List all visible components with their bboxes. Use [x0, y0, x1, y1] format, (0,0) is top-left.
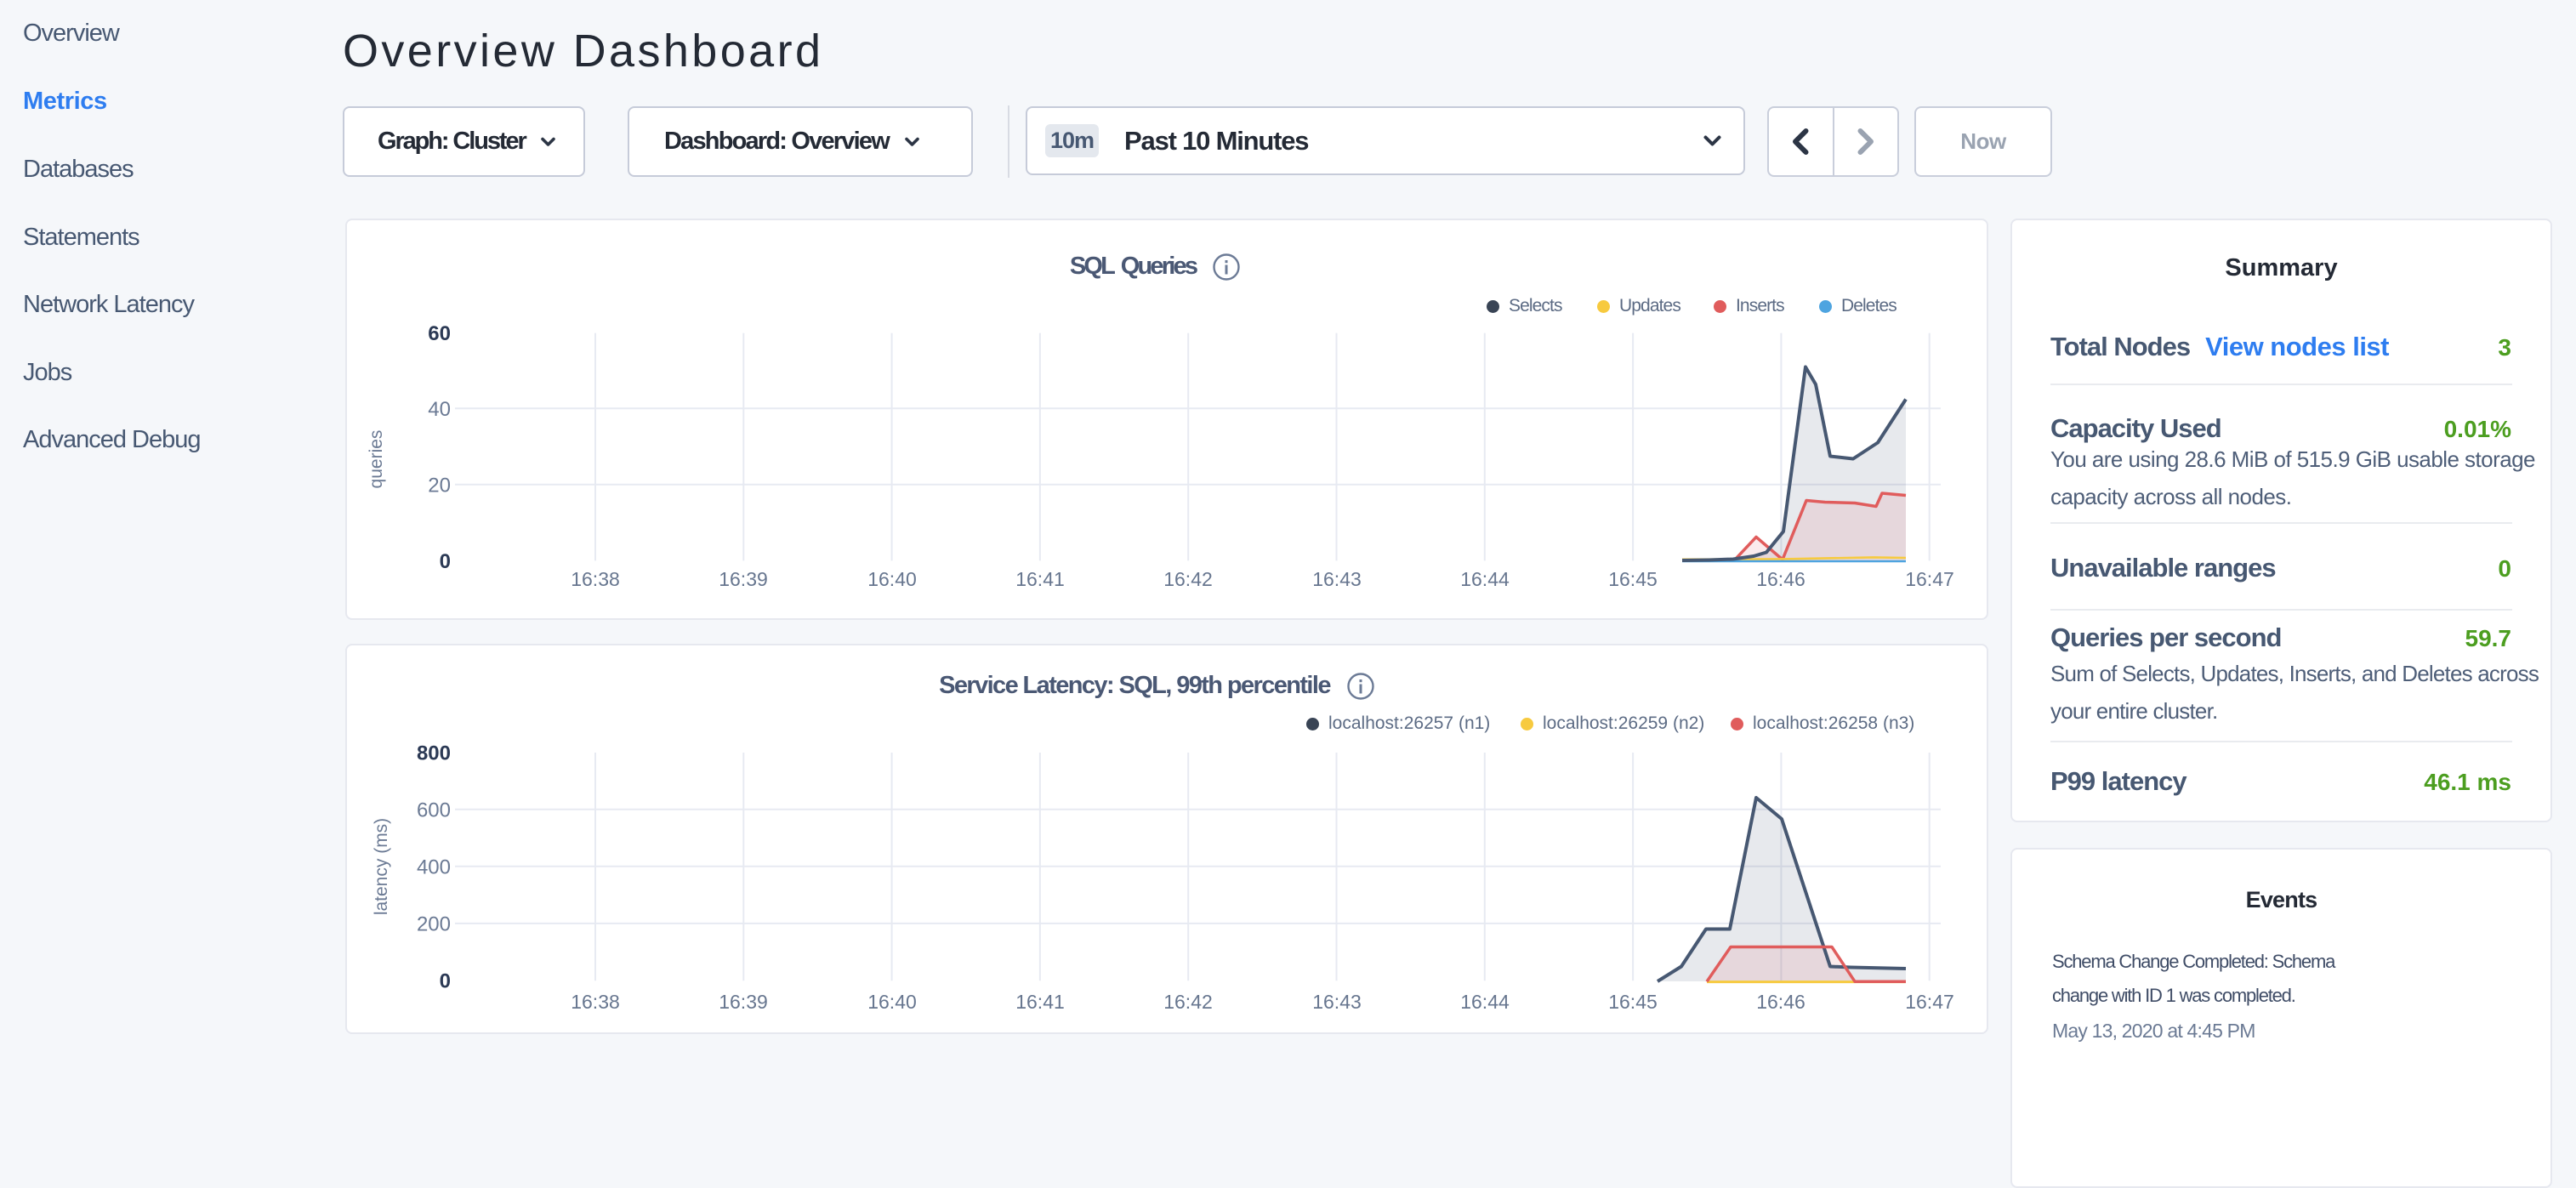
svg-text:800: 800 [417, 742, 451, 765]
svg-text:16:40: 16:40 [867, 991, 917, 1013]
svg-text:16:43: 16:43 [1312, 991, 1362, 1013]
svg-text:16:42: 16:42 [1163, 991, 1213, 1013]
svg-text:16:43: 16:43 [1312, 568, 1362, 590]
svg-text:16:38: 16:38 [571, 991, 620, 1013]
svg-text:200: 200 [417, 913, 451, 936]
svg-text:400: 400 [417, 855, 451, 878]
svg-text:16:44: 16:44 [1460, 991, 1510, 1013]
svg-text:16:40: 16:40 [867, 568, 917, 590]
svg-text:16:39: 16:39 [719, 991, 768, 1013]
svg-text:16:47: 16:47 [1905, 991, 1954, 1013]
svg-text:latency (ms): latency (ms) [372, 818, 391, 915]
svg-text:16:42: 16:42 [1163, 568, 1213, 590]
svg-text:16:39: 16:39 [719, 568, 768, 590]
svg-text:600: 600 [417, 799, 451, 821]
svg-text:16:41: 16:41 [1015, 991, 1065, 1013]
svg-text:16:38: 16:38 [571, 568, 620, 590]
svg-text:60: 60 [428, 322, 451, 345]
svg-text:16:45: 16:45 [1608, 568, 1658, 590]
svg-text:40: 40 [428, 398, 451, 421]
svg-text:16:41: 16:41 [1015, 568, 1065, 590]
svg-text:16:46: 16:46 [1756, 991, 1805, 1013]
svg-text:16:46: 16:46 [1756, 568, 1805, 590]
svg-text:0: 0 [440, 550, 451, 573]
svg-text:20: 20 [428, 474, 451, 497]
svg-text:16:45: 16:45 [1608, 991, 1658, 1013]
svg-text:16:47: 16:47 [1905, 568, 1954, 590]
svg-text:0: 0 [440, 970, 451, 993]
svg-text:queries: queries [367, 430, 386, 489]
svg-text:16:44: 16:44 [1460, 568, 1510, 590]
